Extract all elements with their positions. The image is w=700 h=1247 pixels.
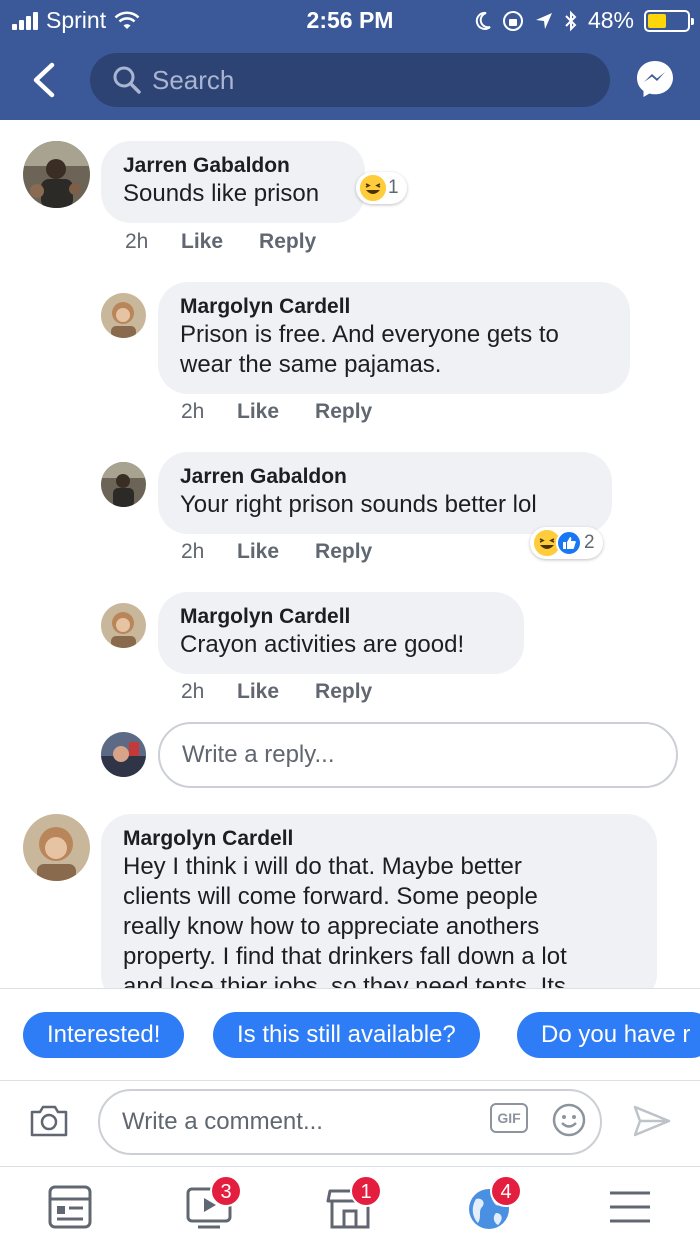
comment-composer: Write a comment... GIF <box>0 1080 700 1166</box>
menu-icon <box>610 1191 650 1223</box>
search-icon <box>113 66 141 94</box>
like-link[interactable]: Like <box>237 540 279 564</box>
comment-text: Your right prison sounds better lol <box>180 491 537 518</box>
quick-reply-bar: Interested! Is this still available? Do … <box>0 988 700 1080</box>
like-icon <box>556 530 582 556</box>
tab-news-feed[interactable] <box>40 1179 100 1235</box>
comment-bubble[interactable]: Margolyn Cardell Hey I think i will do t… <box>101 814 657 1004</box>
messenger-button[interactable] <box>634 58 676 100</box>
back-arrow-icon <box>33 62 55 98</box>
like-link[interactable]: Like <box>237 400 279 424</box>
avatar[interactable] <box>101 603 146 648</box>
send-icon <box>633 1105 671 1137</box>
quick-reply-chip[interactable]: Do you have r <box>517 1012 700 1058</box>
camera-icon <box>30 1105 68 1137</box>
comment-author[interactable]: Jarren Gabaldon <box>180 464 590 490</box>
top-app-bar: Sprint 2:56 PM 48% Search <box>0 0 700 120</box>
reaction-count: 1 <box>388 177 399 198</box>
battery-icon <box>644 9 694 32</box>
status-bar: Sprint 2:56 PM 48% <box>0 0 700 40</box>
comment-text-line: Prison is free. And everyone gets to <box>180 321 559 348</box>
notification-badge: 3 <box>210 1175 242 1207</box>
bottom-tab-bar: 3 1 4 <box>0 1166 700 1247</box>
reaction-count: 2 <box>584 532 595 553</box>
tab-marketplace[interactable]: 1 <box>320 1175 382 1235</box>
battery-percent: 48% <box>587 7 634 33</box>
news-feed-icon <box>48 1185 92 1229</box>
reply-link[interactable]: Reply <box>315 540 372 564</box>
comment-time: 2h <box>125 230 149 253</box>
reaction-summary[interactable]: 2 <box>530 527 603 559</box>
reaction-summary[interactable]: 1 <box>356 172 407 204</box>
comment-text-line: Hey I think i will do that. Maybe better <box>123 853 522 880</box>
comment-actions: 2h Like Reply <box>181 680 408 704</box>
haha-icon <box>360 175 386 201</box>
comment-bubble[interactable]: Jarren Gabaldon Sounds like prison <box>101 141 365 223</box>
avatar[interactable] <box>23 814 90 881</box>
comment-bubble[interactable]: Margolyn Cardell Crayon activities are g… <box>158 592 524 674</box>
reply-input[interactable]: Write a reply... <box>158 722 678 788</box>
bluetooth-icon <box>565 10 577 31</box>
emoji-button[interactable] <box>552 1103 586 1137</box>
send-button[interactable] <box>632 1103 672 1139</box>
avatar[interactable] <box>101 462 146 507</box>
comment-time: 2h <box>181 400 205 423</box>
comment-actions: 2h Like Reply <box>125 230 352 254</box>
comment-placeholder: Write a comment... <box>122 1108 323 1135</box>
comment-bubble[interactable]: Jarren Gabaldon Your right prison sounds… <box>158 452 612 534</box>
avatar[interactable] <box>101 293 146 338</box>
tab-notifications[interactable]: 4 <box>460 1175 522 1235</box>
comment-author[interactable]: Margolyn Cardell <box>180 294 608 320</box>
comment-author[interactable]: Jarren Gabaldon <box>123 153 343 179</box>
reply-link[interactable]: Reply <box>259 230 316 254</box>
comment-text-line: really know how to appreciate anothers <box>123 913 540 940</box>
comment-actions: 2h Like Reply <box>181 540 408 564</box>
camera-button[interactable] <box>28 1103 70 1139</box>
status-icons: 48% <box>474 7 694 34</box>
comment-text: Sounds like prison <box>123 180 320 207</box>
comment-text-line: clients will come forward. Some people <box>123 883 538 910</box>
tab-menu[interactable] <box>600 1179 660 1235</box>
tab-watch[interactable]: 3 <box>180 1175 242 1235</box>
comment-author[interactable]: Margolyn Cardell <box>180 604 502 630</box>
orientation-lock-icon <box>502 10 523 31</box>
comment-bubble[interactable]: Margolyn Cardell Prison is free. And eve… <box>158 282 630 394</box>
reply-link[interactable]: Reply <box>315 680 372 704</box>
like-link[interactable]: Like <box>181 230 223 254</box>
comment-actions: 2h Like Reply <box>181 400 408 424</box>
reply-link[interactable]: Reply <box>315 400 372 424</box>
gif-icon[interactable]: GIF <box>490 1103 528 1133</box>
messenger-icon <box>637 61 673 97</box>
reply-placeholder: Write a reply... <box>182 741 335 768</box>
location-icon <box>535 12 552 29</box>
notification-badge: 4 <box>490 1175 522 1207</box>
back-button[interactable] <box>30 58 66 102</box>
current-user-avatar <box>101 732 146 777</box>
comment-time: 2h <box>181 540 205 563</box>
comment-text: Crayon activities are good! <box>180 631 465 658</box>
comment-author[interactable]: Margolyn Cardell <box>123 826 635 852</box>
quick-reply-chip[interactable]: Interested! <box>23 1012 185 1058</box>
comment-time: 2h <box>181 680 205 703</box>
avatar[interactable] <box>23 141 90 208</box>
like-link[interactable]: Like <box>237 680 279 704</box>
search-input[interactable]: Search <box>90 53 610 107</box>
quick-reply-chip[interactable]: Is this still available? <box>213 1012 480 1058</box>
search-placeholder: Search <box>152 64 235 95</box>
moon-icon <box>475 11 491 30</box>
emoji-icon <box>552 1103 586 1137</box>
comment-text-line: property. I find that drinkers fall down… <box>123 943 567 970</box>
comment-text-line: wear the same pajamas. <box>180 351 442 378</box>
notification-badge: 1 <box>350 1175 382 1207</box>
